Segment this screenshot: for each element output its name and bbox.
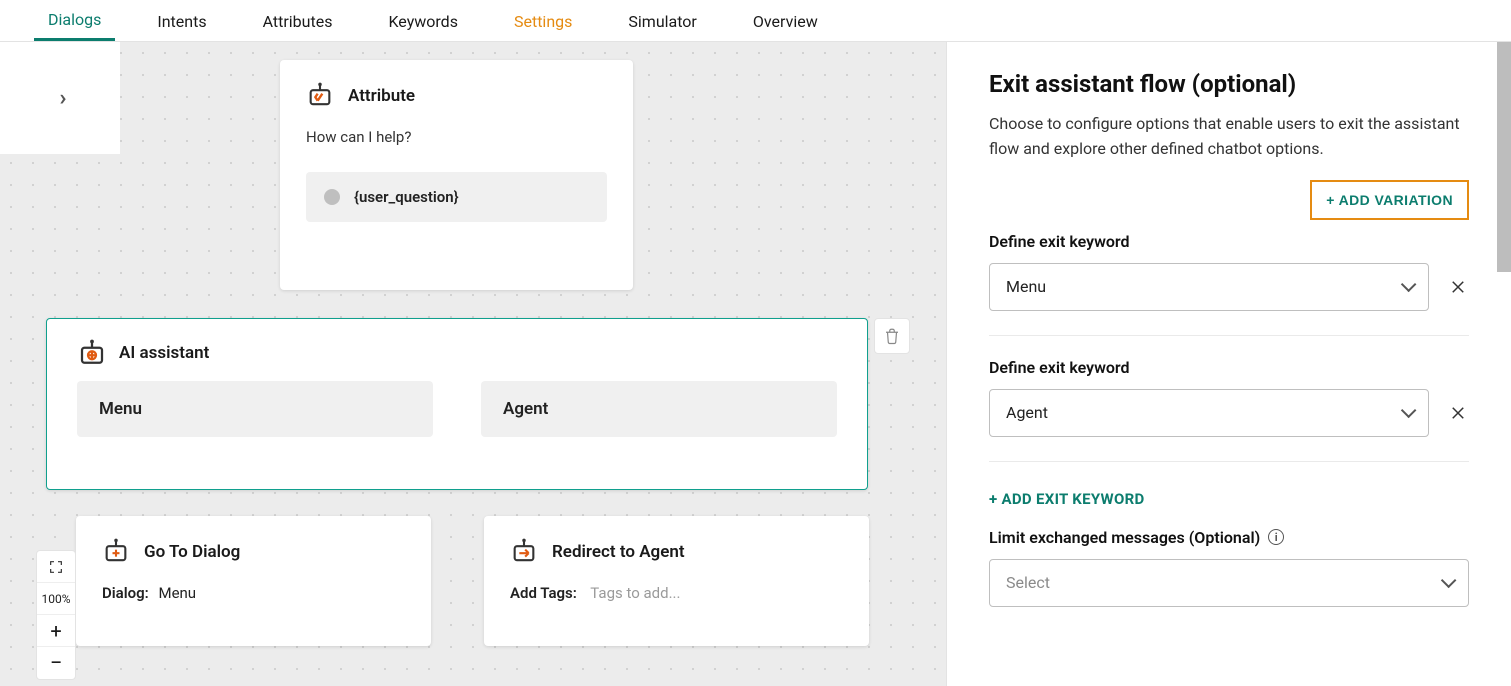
delete-node-button[interactable] — [874, 318, 910, 354]
trash-icon — [883, 327, 901, 345]
node-attribute[interactable]: Attribute How can I help? {user_question… — [280, 60, 633, 290]
exit-keyword-value-1: Menu — [1006, 277, 1046, 296]
zoom-out-button[interactable]: − — [37, 647, 75, 679]
node-attribute-variable: {user_question} — [354, 188, 459, 206]
panel-description: Choose to configure options that enable … — [989, 112, 1469, 162]
limit-label-text: Limit exchanged messages (Optional) — [989, 528, 1260, 547]
node-goto-value: Menu — [158, 584, 196, 602]
node-ai-assistant[interactable]: AI assistant Menu Agent — [46, 318, 868, 490]
exit-keyword-select-1[interactable]: Menu — [989, 263, 1429, 311]
bot-ai-icon — [77, 339, 105, 367]
close-icon — [1449, 278, 1467, 296]
fit-icon — [48, 559, 64, 575]
exit-keyword-select-2[interactable]: Agent — [989, 389, 1429, 437]
node-redirect-agent[interactable]: Redirect to Agent Add Tags: Tags to add.… — [484, 516, 869, 646]
remove-exit-keyword-1[interactable] — [1447, 276, 1469, 298]
chevron-down-icon — [1441, 573, 1452, 592]
side-panel: Exit assistant flow (optional) Choose to… — [946, 42, 1511, 686]
zoom-level: 100% — [37, 583, 75, 615]
node-goto-dialog[interactable]: Go To Dialog Dialog: Menu — [76, 516, 431, 646]
ai-option-agent[interactable]: Agent — [481, 381, 837, 437]
exit-keyword-label-1: Define exit keyword — [989, 232, 1469, 251]
zoom-controls: 100% + − — [36, 550, 76, 680]
tab-settings[interactable]: Settings — [500, 2, 586, 40]
node-redirect-row: Add Tags: Tags to add... — [510, 584, 843, 602]
node-attribute-title: Attribute — [348, 86, 415, 106]
add-exit-keyword-button[interactable]: + ADD EXIT KEYWORD — [989, 490, 1145, 508]
scrollbar-thumb[interactable] — [1497, 42, 1511, 272]
chevron-right-double-icon: ›› — [59, 86, 60, 111]
tab-keywords[interactable]: Keywords — [374, 2, 472, 40]
node-ai-title: AI assistant — [119, 343, 209, 363]
limit-select[interactable]: Select — [989, 559, 1469, 607]
limit-select-placeholder: Select — [1006, 573, 1050, 592]
chevron-down-icon — [1401, 277, 1412, 296]
tab-intents[interactable]: Intents — [143, 2, 220, 40]
bot-goto-icon — [102, 538, 130, 566]
remove-exit-keyword-2[interactable] — [1447, 402, 1469, 424]
chevron-down-icon — [1401, 403, 1412, 422]
ai-option-menu[interactable]: Menu — [77, 381, 433, 437]
close-icon — [1449, 404, 1467, 422]
limit-label: Limit exchanged messages (Optional) i — [989, 528, 1469, 547]
main-split: ›› Attribute How can I help? {user_quest… — [0, 42, 1511, 686]
node-redirect-label: Add Tags: — [510, 584, 577, 602]
bot-attribute-icon — [306, 82, 334, 110]
info-icon[interactable]: i — [1268, 529, 1284, 545]
tab-overview[interactable]: Overview — [739, 2, 832, 40]
fit-view-button[interactable] — [37, 551, 75, 583]
add-variation-button[interactable]: + ADD VARIATION — [1310, 180, 1469, 220]
node-redirect-title: Redirect to Agent — [552, 542, 685, 562]
exit-keyword-value-2: Agent — [1006, 403, 1048, 422]
tab-simulator[interactable]: Simulator — [614, 2, 710, 40]
node-goto-row: Dialog: Menu — [102, 584, 405, 602]
zoom-in-button[interactable]: + — [37, 615, 75, 647]
node-redirect-placeholder: Tags to add... — [590, 584, 680, 602]
panel-title: Exit assistant flow (optional) — [989, 70, 1469, 98]
node-goto-title: Go To Dialog — [144, 542, 240, 562]
bot-redirect-icon — [510, 538, 538, 566]
exit-keyword-label-2: Define exit keyword — [989, 358, 1469, 377]
top-tabs: Dialogs Intents Attributes Keywords Sett… — [0, 0, 1511, 42]
canvas[interactable]: ›› Attribute How can I help? {user_quest… — [0, 42, 946, 686]
tab-attributes[interactable]: Attributes — [249, 2, 347, 40]
expand-sidebar-button[interactable]: ›› — [0, 42, 120, 154]
tab-dialogs[interactable]: Dialogs — [34, 0, 115, 41]
variable-dot-icon — [324, 189, 340, 205]
node-attribute-variable-chip[interactable]: {user_question} — [306, 172, 607, 222]
node-attribute-question: How can I help? — [306, 128, 607, 146]
node-goto-label: Dialog: — [102, 584, 149, 602]
